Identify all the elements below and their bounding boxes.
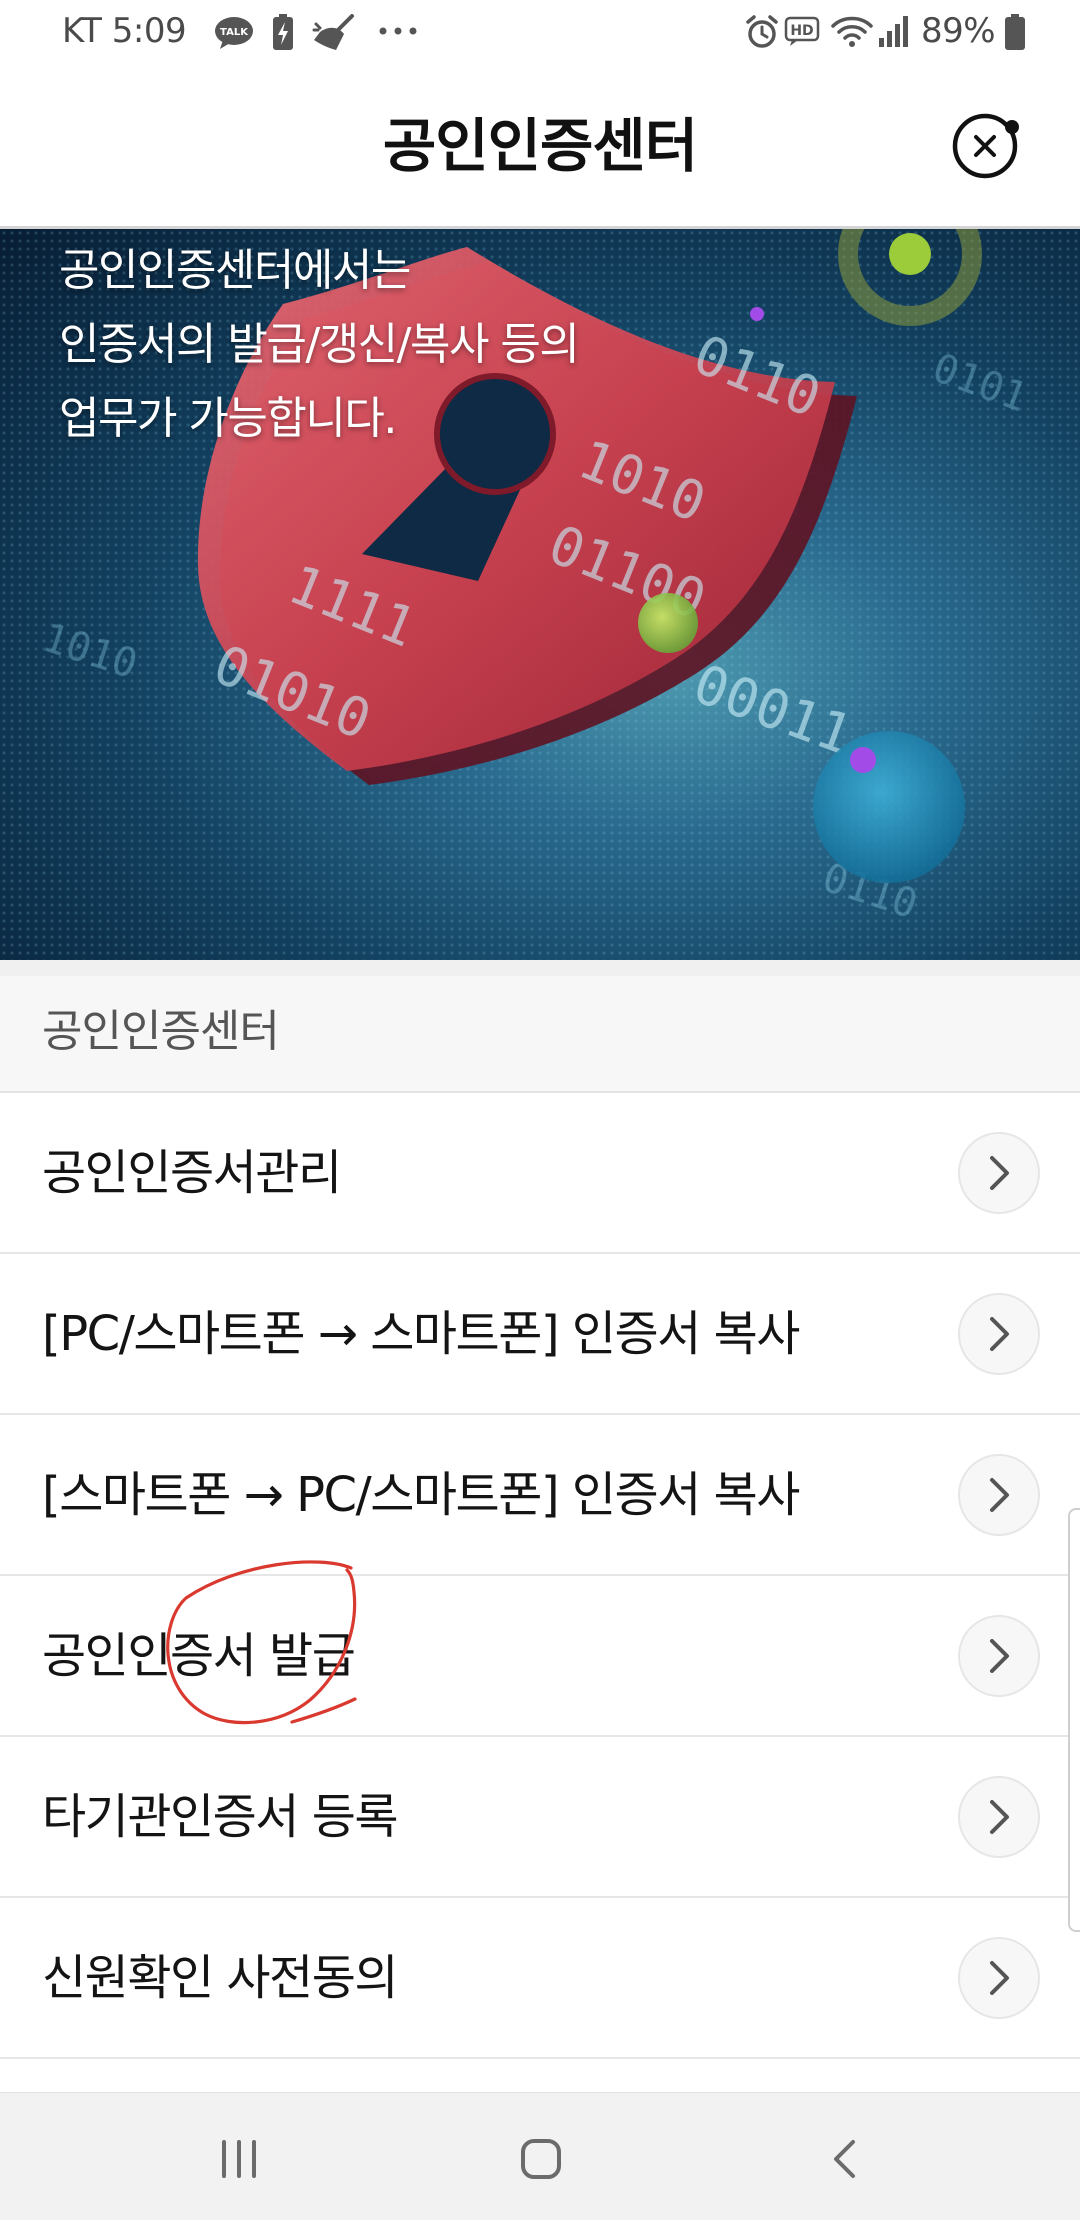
- chevron-right-icon[interactable]: [958, 1132, 1040, 1214]
- menu-item-label: 타기관인증서 등록: [42, 1789, 399, 1845]
- banner-caption: 공인인증센터에서는 인증서의 발급/갱신/복사 등의 업무가 가능합니다.: [59, 234, 959, 456]
- app-header: 공인인증센터: [0, 85, 1080, 229]
- svg-text:HD: HD: [790, 23, 813, 39]
- scrollbar[interactable]: [1068, 1508, 1080, 1932]
- menu-item-label: [스마트폰 → PC/스마트폰] 인증서 복사: [42, 1467, 800, 1523]
- page-title: 공인인증센터: [382, 112, 698, 180]
- banner: 0101 1010 0110 0110 1010 01100 1111 0101…: [0, 229, 1080, 960]
- back-icon[interactable]: [830, 2137, 858, 2181]
- svg-text:TALK: TALK: [220, 27, 249, 38]
- close-icon[interactable]: [951, 112, 1019, 180]
- home-icon[interactable]: [519, 2137, 563, 2181]
- chevron-right-icon[interactable]: [958, 1776, 1040, 1858]
- chevron-right-icon[interactable]: [958, 1615, 1040, 1697]
- battery-icon: [1005, 14, 1025, 50]
- battery-percent: 89%: [921, 11, 996, 51]
- menu-list: 공인인증서관리 [PC/스마트폰 → 스마트폰] 인증서 복사 [스마트폰 → …: [0, 1093, 1080, 2059]
- section-title: 공인인증센터: [42, 1006, 280, 1057]
- binary-digits: 00011: [686, 652, 860, 767]
- menu-item-label: 공인인증서 발급: [42, 1628, 356, 1684]
- menu-item-other-institution-register[interactable]: 타기관인증서 등록: [0, 1737, 1080, 1898]
- battery-charging-icon: [273, 14, 293, 50]
- cleaner-icon: [312, 14, 354, 50]
- chevron-right-icon[interactable]: [958, 1937, 1040, 2019]
- menu-item-label: [PC/스마트폰 → 스마트폰] 인증서 복사: [42, 1306, 800, 1362]
- chevron-right-icon[interactable]: [958, 1454, 1040, 1536]
- menu-item-certificate-issue[interactable]: 공인인증서 발급: [0, 1576, 1080, 1737]
- menu-item-label: 신원확인 사전동의: [42, 1950, 399, 2006]
- signal-icon: [879, 16, 908, 47]
- section-header: 공인인증센터: [0, 960, 1080, 1093]
- alarm-icon: [746, 15, 778, 48]
- menu-item-copy-from-smartphone[interactable]: [스마트폰 → PC/스마트폰] 인증서 복사: [0, 1415, 1080, 1576]
- banner-line: 인증서의 발급/갱신/복사 등의: [59, 319, 580, 370]
- menu-item-label: 공인인증서관리: [42, 1145, 342, 1201]
- status-bar: KT 5:09 TALK HD 89%: [0, 0, 1080, 85]
- menu-item-identity-consent[interactable]: 신원확인 사전동의: [0, 1898, 1080, 2059]
- carrier-time: KT 5:09: [62, 11, 187, 51]
- chevron-right-icon[interactable]: [958, 1293, 1040, 1375]
- wifi-icon: [831, 16, 873, 47]
- banner-line: 업무가 가능합니다.: [59, 393, 397, 444]
- more-dots-icon: [379, 27, 417, 35]
- hd-voice-icon: HD: [784, 16, 820, 46]
- menu-item-copy-to-smartphone[interactable]: [PC/스마트폰 → 스마트폰] 인증서 복사: [0, 1254, 1080, 1415]
- navigation-bar: [0, 2092, 1080, 2220]
- menu-item-certificate-management[interactable]: 공인인증서관리: [0, 1093, 1080, 1254]
- banner-line: 공인인증센터에서는: [59, 245, 411, 296]
- kakaotalk-icon: TALK: [215, 17, 253, 49]
- recent-apps-icon[interactable]: [218, 2137, 260, 2181]
- binary-digits: 1010: [37, 615, 143, 689]
